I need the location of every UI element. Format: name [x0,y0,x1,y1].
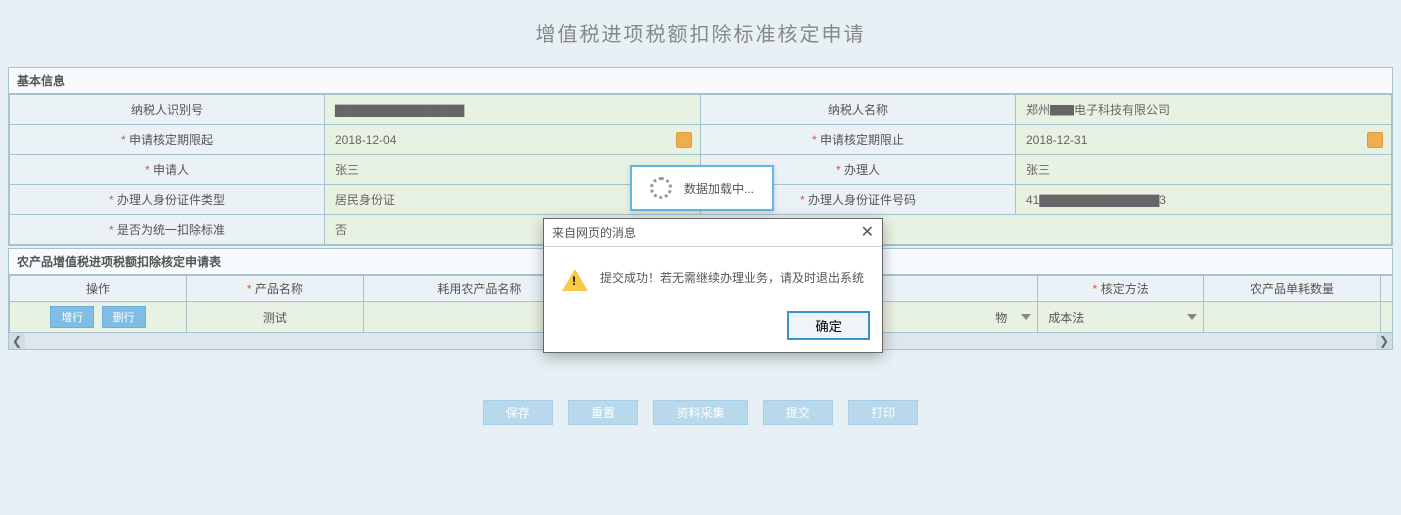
add-row-button[interactable]: 增行 [50,306,94,328]
col-product-name: 产品名称 [186,276,363,302]
submit-button[interactable]: 提交 [763,400,833,425]
product-name-cell[interactable]: 测试 [186,302,363,333]
chevron-down-icon [1187,314,1197,320]
uniform-label: 是否为统一扣除标准 [10,215,325,245]
basic-info-title: 基本信息 [9,68,1392,94]
agent-value[interactable]: 张三 [1015,155,1391,185]
print-button[interactable]: 打印 [848,400,918,425]
calendar-icon[interactable] [676,132,692,148]
footer-toolbar: 保存 重置 资料采集 提交 打印 [8,400,1393,425]
taxpayer-id-value[interactable]: ▇▇▇▇▇▇▇▇▇▇▇▇▇▇ [325,95,701,125]
loading-toast: 数据加载中... [630,165,774,211]
period-start-label: 申请核定期限起 [10,125,325,155]
period-start-value[interactable]: 2018-12-04 [325,125,701,155]
col-unit-qty: 农产品单耗数量 [1204,276,1381,302]
close-icon[interactable]: ✕ [861,225,874,241]
last-year-cell[interactable]: 25000 [1381,302,1392,333]
op-cell: 增行 删行 [10,302,187,333]
col-method: 核定方法 [1038,276,1204,302]
applicant-label: 申请人 [10,155,325,185]
message-dialog: 来自网页的消息 ✕ 提交成功！若无需继续办理业务，请及时退出系统 确定 [543,218,883,353]
col-last-year: 上年投入生产的农产品外购 [1381,276,1392,302]
taxpayer-name-label: 纳税人名称 [700,95,1015,125]
page-title: 增值税进项税额扣除标准核定申请 [8,18,1393,47]
dialog-message: 提交成功！若无需继续办理业务，请及时退出系统 [600,269,864,286]
loading-text: 数据加载中... [684,180,754,197]
save-button[interactable]: 保存 [483,400,553,425]
agent-id-type-label: 办理人身份证件类型 [10,185,325,215]
scroll-right-icon[interactable]: ❯ [1376,333,1392,349]
unit-qty-cell[interactable] [1204,302,1381,333]
reset-button[interactable]: 重置 [568,400,638,425]
chevron-down-icon [1021,314,1031,320]
spinner-icon [650,177,672,199]
warning-icon [562,269,588,291]
col-op: 操作 [10,276,187,302]
ok-button[interactable]: 确定 [787,311,870,340]
period-end-value[interactable]: 2018-12-31 [1015,125,1391,155]
scroll-left-icon[interactable]: ❮ [9,333,25,349]
period-end-label: 申请核定期限止 [700,125,1015,155]
calendar-icon[interactable] [1367,132,1383,148]
delete-row-button[interactable]: 删行 [102,306,146,328]
taxpayer-name-value[interactable]: 郑州▇▇电子科技有限公司 [1015,95,1391,125]
dialog-title: 来自网页的消息 [552,224,636,241]
collect-button[interactable]: 资料采集 [653,400,747,425]
agent-id-no-value[interactable]: 41▇▇▇▇▇▇▇▇▇▇▇▇▇3 [1015,185,1391,215]
taxpayer-id-label: 纳税人识别号 [10,95,325,125]
method-cell[interactable]: 成本法 [1038,302,1204,333]
